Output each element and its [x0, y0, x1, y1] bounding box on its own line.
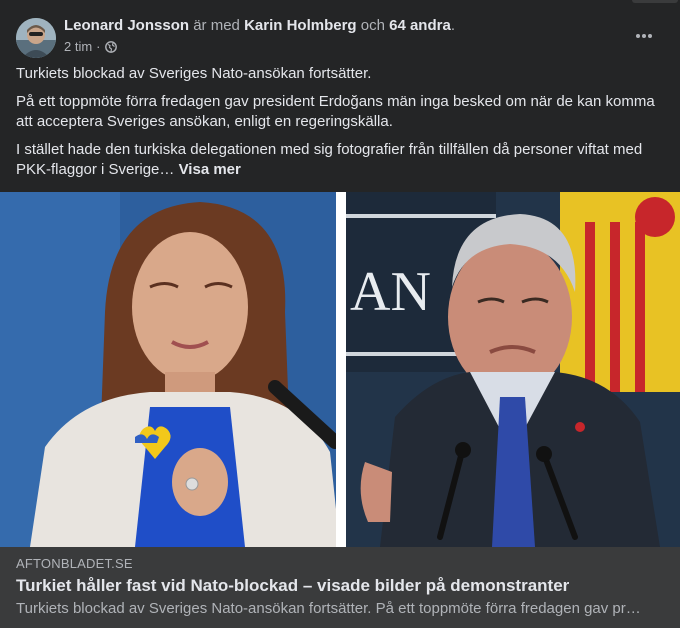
- meta-separator: ·: [96, 39, 101, 54]
- link-image[interactable]: AN: [0, 192, 680, 547]
- avatar[interactable]: [16, 18, 56, 58]
- period: .: [450, 17, 455, 34]
- post-paragraph-2: På ett toppmöte förra fredagen gav presi…: [16, 93, 655, 130]
- link-domain: AFTONBLADET.SE: [16, 556, 133, 571]
- post-text: Turkiets blockad av Sveriges Nato-ansöka…: [16, 64, 664, 188]
- news-photo: AN: [0, 192, 680, 547]
- man-face: [448, 239, 572, 395]
- link-title[interactable]: Turkiet håller fast vid Nato-blockad – v…: [16, 575, 664, 597]
- more-options-button[interactable]: [630, 22, 658, 50]
- author-name[interactable]: Leonard Jonsson: [64, 17, 189, 34]
- feed-post: Leonard Jonsson är med Karin Holmberg oc…: [0, 0, 680, 628]
- tagged-name[interactable]: Karin Holmberg: [244, 17, 357, 34]
- post-meta: 2 tim ·: [64, 38, 117, 56]
- woman-hand: [172, 448, 228, 516]
- see-more-link[interactable]: Visa mer: [179, 161, 241, 178]
- top-edge-indicator: [632, 0, 678, 3]
- woman-face: [132, 232, 248, 382]
- avatar-photo: [16, 18, 56, 58]
- link-description: Turkiets blockad av Sveriges Nato-ansöka…: [16, 600, 648, 617]
- and-text: och: [360, 17, 385, 34]
- post-paragraph-3: I stället hade den turkiska delegationen…: [16, 140, 664, 180]
- post-header: Leonard Jonsson är med Karin Holmberg oc…: [16, 14, 664, 58]
- post-paragraph-3-text: I stället hade den turkiska delegationen…: [16, 141, 643, 178]
- globe-icon[interactable]: [104, 41, 117, 53]
- post-headline: Leonard Jonsson är med Karin Holmberg oc…: [64, 16, 455, 36]
- post-paragraph-1: Turkiets blockad av Sveriges Nato-ansöka…: [16, 65, 372, 82]
- banner-text: AN: [350, 261, 431, 323]
- with-text: är med: [193, 17, 240, 34]
- link-preview[interactable]: AFTONBLADET.SE Turkiet håller fast vid N…: [0, 547, 680, 628]
- others-link[interactable]: 64 andra: [389, 17, 451, 34]
- timestamp[interactable]: 2 tim: [64, 38, 92, 56]
